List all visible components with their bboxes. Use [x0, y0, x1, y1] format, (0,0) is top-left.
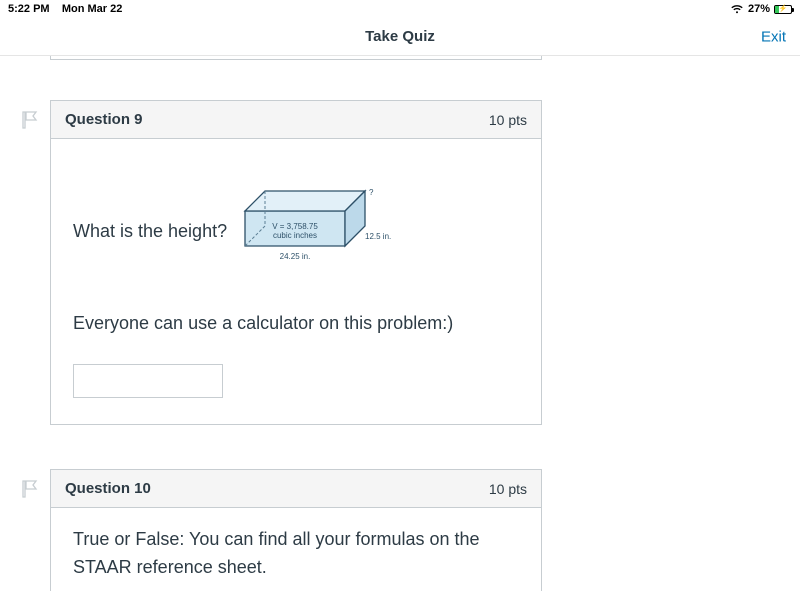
question-10-points: 10 pts — [489, 481, 527, 497]
device-status-bar: 5:22 PM Mon Mar 22 27% ⚡ — [0, 0, 800, 18]
exit-link[interactable]: Exit — [761, 28, 786, 45]
question-10-prompt: True or False: You can find all your for… — [73, 526, 519, 582]
status-date: Mon Mar 22 — [62, 3, 123, 15]
status-time: 5:22 PM — [8, 3, 50, 15]
wifi-icon — [730, 4, 744, 14]
question-9-points: 10 pts — [489, 112, 527, 128]
question-9-prompt: What is the height? — [73, 221, 227, 242]
prism-unknown-label: ? — [369, 188, 374, 197]
question-10-card: Question 10 10 pts True or False: You ca… — [50, 469, 542, 591]
previous-card-edge — [50, 56, 542, 60]
status-right: 27% ⚡ — [730, 3, 792, 15]
status-left: 5:22 PM Mon Mar 22 — [8, 3, 122, 15]
flag-icon[interactable] — [20, 110, 40, 130]
prism-volume-line1: V = 3,758.75 — [272, 222, 318, 231]
question-9-number: Question 9 — [65, 111, 143, 128]
battery-percent: 27% — [748, 3, 770, 15]
prism-length-label: 24.25 in. — [280, 252, 311, 261]
prism-volume-line2: cubic inches — [273, 231, 317, 240]
quiz-page: Question 9 10 pts What is the height? — [0, 56, 800, 591]
question-9-wrap: Question 9 10 pts What is the height? — [20, 100, 800, 425]
question-10-header: Question 10 10 pts — [51, 470, 541, 508]
question-9-card: Question 9 10 pts What is the height? — [50, 100, 542, 425]
question-9-body: What is the height? — [51, 139, 541, 424]
question-9-header: Question 9 10 pts — [51, 101, 541, 139]
prism-width-label: 12.5 in. — [365, 232, 391, 241]
question-9-answer-input[interactable] — [73, 364, 223, 398]
question-10-body: True or False: You can find all your for… — [51, 508, 541, 591]
question-9-note: Everyone can use a calculator on this pr… — [73, 313, 519, 334]
flag-icon[interactable] — [20, 479, 40, 499]
battery-icon: ⚡ — [774, 5, 792, 14]
question-10-number: Question 10 — [65, 480, 151, 497]
page-title: Take Quiz — [365, 28, 435, 45]
nav-bar: Take Quiz Exit — [0, 18, 800, 56]
question-10-wrap: Question 10 10 pts True or False: You ca… — [20, 469, 800, 591]
prism-diagram: V = 3,758.75 cubic inches 24.25 in. 12.5… — [235, 181, 395, 281]
